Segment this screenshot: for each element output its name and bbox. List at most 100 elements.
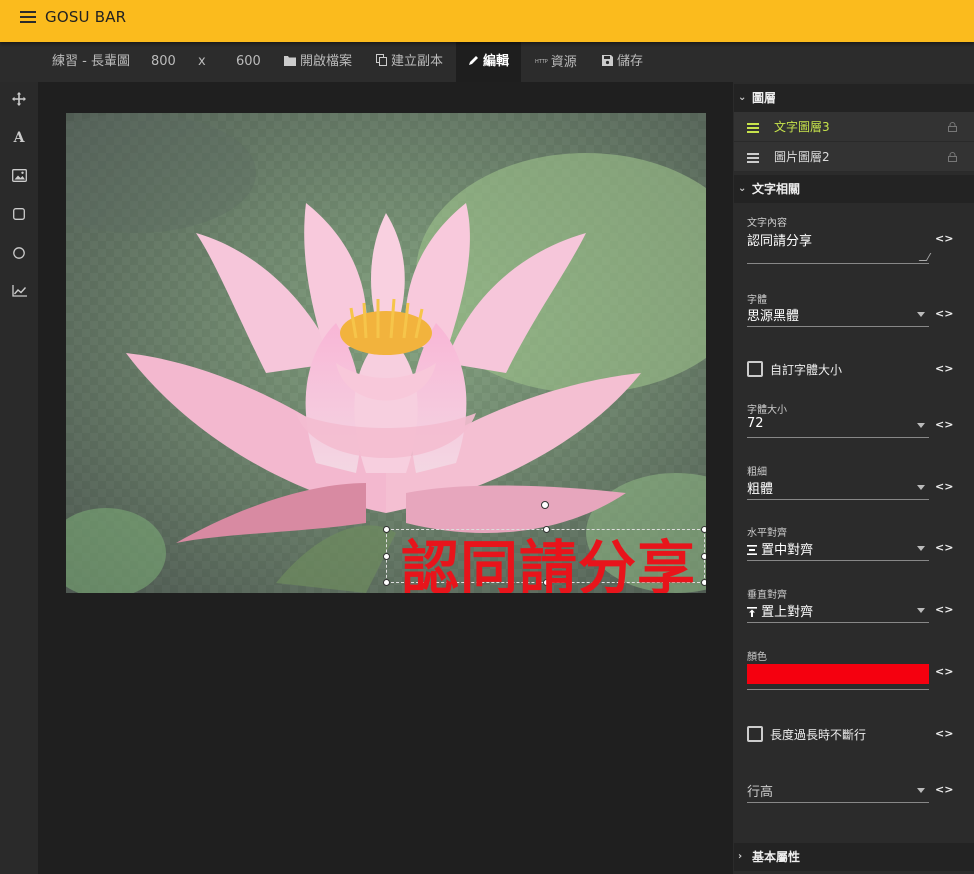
halign-value: 置中對齊 [761,543,814,558]
hamburger-menu-icon[interactable] [20,11,36,25]
font-size-value: 72 [747,416,764,431]
align-center-icon [747,545,757,555]
canvas-area: 認同請分享 [38,82,733,874]
layer-name: 圖片圖層2 [774,150,830,164]
code-toggle-icon[interactable]: <> [935,418,953,431]
resize-handle-bl[interactable] [383,579,390,586]
layer-name: 文字圖層3 [774,120,830,134]
layer-item-text[interactable]: 文字圖層3 [734,112,974,142]
code-toggle-icon[interactable]: <> [935,541,953,554]
resources-label: 資源 [550,55,577,70]
artboard[interactable]: 認同請分享 [66,113,706,593]
align-top-icon [747,607,757,617]
resize-handle-br[interactable] [701,579,706,586]
app-title: GOSU BAR [45,8,127,26]
edit-label: 編輯 [483,54,510,69]
size-label: 字體大小 [747,405,787,416]
content-label: 文字內容 [747,218,787,229]
size-separator: x [198,54,206,69]
lock-icon[interactable] [948,122,957,132]
font-weight-value: 粗體 [747,482,774,497]
drag-handle-icon[interactable] [747,153,759,163]
code-toggle-icon[interactable]: <> [935,603,953,616]
line-height-placeholder: 行高 [747,785,774,800]
text-icon[interactable]: A [11,130,27,146]
resize-handle-mr[interactable] [701,553,706,560]
halign-select[interactable]: 置中對齊 [747,539,929,561]
tool-rail: A [0,82,38,874]
font-label: 字體 [747,295,767,306]
open-file-label: 開啟檔案 [300,54,353,69]
move-icon[interactable] [11,92,27,108]
circle-icon[interactable] [11,247,27,263]
text-content-value: 認同請分享 [747,234,813,249]
font-select[interactable]: 思源黑體 [747,305,929,327]
color-label: 顏色 [747,652,767,663]
code-toggle-icon[interactable]: <> [935,362,953,375]
resources-button[interactable]: HTTP 資源 [535,42,577,82]
caret-down-icon [917,312,925,317]
chevron-right-icon: › [738,851,743,862]
save-icon [602,55,613,66]
basic-section-header[interactable]: › 基本屬性 [734,843,974,871]
http-icon: HTTP [535,59,548,65]
code-toggle-icon[interactable]: <> [935,783,953,796]
save-label: 儲存 [617,54,644,69]
font-weight-select[interactable]: 粗體 [747,478,929,500]
valign-select[interactable]: 置上對齊 [747,601,929,623]
image-icon[interactable] [11,169,27,185]
app-bar: GOSU BAR [0,0,974,42]
color-swatch[interactable] [747,664,929,684]
layer-item-image[interactable]: 圖片圖層2 [734,142,974,172]
line-height-select[interactable]: 行高 [747,781,929,803]
nowrap-label: 長度過長時不斷行 [770,728,867,742]
caret-down-icon [917,485,925,490]
font-value: 思源黑體 [747,309,800,324]
open-file-button[interactable]: 開啟檔案 [284,42,352,82]
rotate-handle[interactable] [541,501,549,509]
layers-section-header[interactable]: ⌄ 圖層 [734,84,974,112]
resize-handle-tl[interactable] [383,526,390,533]
code-toggle-icon[interactable]: <> [935,232,953,245]
layers-title: 圖層 [752,91,777,105]
resize-handle-ml[interactable] [383,553,390,560]
resize-grip-icon[interactable] [918,253,932,261]
duplicate-label: 建立副本 [391,54,444,69]
chart-icon[interactable] [11,285,27,301]
text-section-title: 文字相關 [752,182,801,196]
project-name[interactable]: 練習 - 長輩圖 [52,42,130,82]
text-section-header[interactable]: ⌄ 文字相關 [734,175,974,203]
color-underline [747,689,929,690]
valign-value: 置上對齊 [761,605,814,620]
canvas-text-layer[interactable]: 認同請分享 [401,521,696,593]
valign-label: 垂直對齊 [747,590,787,601]
duplicate-button[interactable]: 建立副本 [376,42,443,82]
caret-down-icon [917,788,925,793]
save-button[interactable]: 儲存 [602,42,643,82]
code-toggle-icon[interactable]: <> [935,307,953,320]
basic-section-title: 基本屬性 [752,850,801,864]
halign-label: 水平對齊 [747,528,787,539]
chevron-down-icon: ⌄ [738,183,747,194]
code-toggle-icon[interactable]: <> [935,727,953,740]
folder-icon [284,56,296,66]
chevron-down-icon: ⌄ [738,92,747,103]
lock-icon[interactable] [948,152,957,162]
nowrap-checkbox[interactable] [747,726,763,742]
resize-handle-tr[interactable] [701,526,706,533]
drag-handle-icon[interactable] [747,123,759,133]
weight-label: 粗細 [747,467,767,478]
code-toggle-icon[interactable]: <> [935,665,953,678]
custom-size-checkbox[interactable] [747,361,763,377]
canvas-width-input[interactable]: 800 [151,42,176,82]
font-size-select[interactable]: 72 [747,416,929,438]
tab-edit[interactable]: 編輯 [456,42,521,82]
toolbar: 練習 - 長輩圖 800 x 600 開啟檔案 建立副本 編輯 HTTP 資源 儲… [0,42,974,82]
code-toggle-icon[interactable]: <> [935,480,953,493]
rectangle-icon[interactable] [11,208,27,224]
properties-panel: ⌄ 圖層 文字圖層3 圖片圖層2 ⌄ 文字相關 文字內容 認同請分享 <> 字體… [733,82,974,874]
canvas-height-input[interactable]: 600 [236,42,261,82]
custom-size-label: 自訂字體大小 [770,363,843,377]
caret-down-icon [917,546,925,551]
text-content-input[interactable]: 認同請分享 [747,230,932,264]
